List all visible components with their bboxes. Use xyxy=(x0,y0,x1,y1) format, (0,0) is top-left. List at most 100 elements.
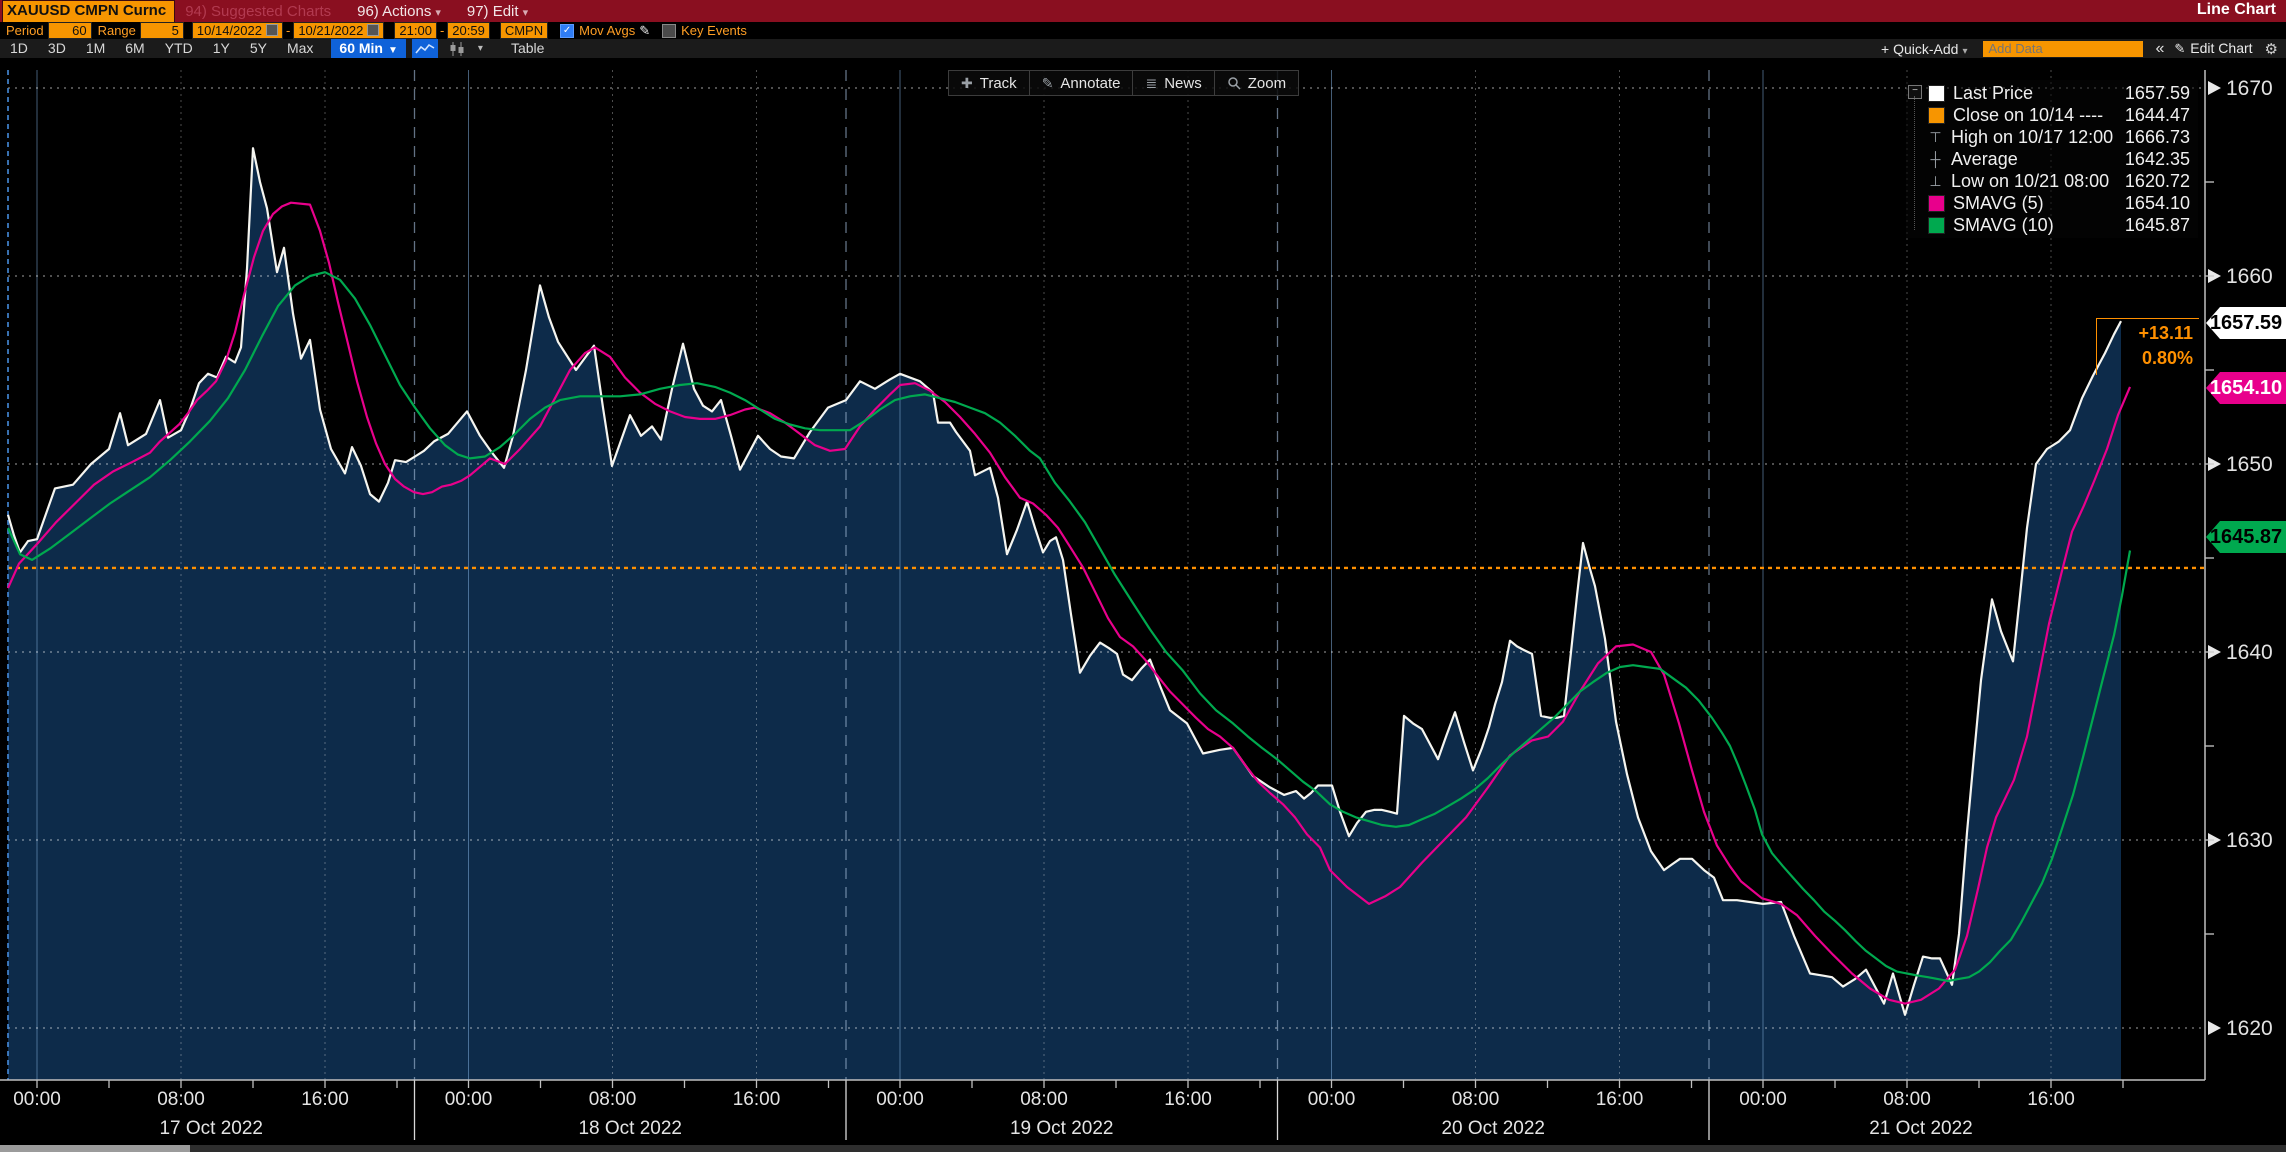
hour-axis-label: 16:00 xyxy=(1596,1089,1644,1110)
security-ticker[interactable]: XAUUSD CMPN Curnc xyxy=(2,0,175,23)
chart-toolbar-row: 1D3D1M6MYTD1Y5YMax 60 Min▼ ▾ Table + Qui… xyxy=(0,39,2286,58)
edit-chart-button[interactable]: ✎Edit Chart xyxy=(2174,40,2252,57)
hour-axis-label: 08:00 xyxy=(1883,1089,1931,1110)
horizontal-scrollbar[interactable] xyxy=(0,1145,2286,1152)
legend-row[interactable]: ⊤High on 10/17 12:001666.73 xyxy=(1906,126,2198,148)
hour-axis-label: 08:00 xyxy=(157,1089,205,1110)
news-button[interactable]: ≣News xyxy=(1133,71,1214,95)
price-badge: 1657.59 xyxy=(2206,307,2286,339)
legend-swatch-icon xyxy=(1928,85,1945,102)
legend-value: 1666.73 xyxy=(2125,127,2198,148)
legend-row[interactable]: ⊥Low on 10/21 08:001620.72 xyxy=(1906,170,2198,192)
legend-row[interactable]: Close on 10/14 ---- 1644.47 xyxy=(1906,104,2198,126)
candlestick-icon[interactable] xyxy=(444,39,470,58)
settings-bar: Period 60 Range 5 10/14/2022 - 10/21/202… xyxy=(0,22,2286,39)
bloomberg-terminal-window: 16701660165016401630162000:0008:0016:001… xyxy=(0,0,2286,1152)
legend-value: 1620.72 xyxy=(2125,171,2198,192)
legend-label: SMAVG (10) xyxy=(1953,215,2054,236)
range-button-3d[interactable]: 3D xyxy=(38,39,76,58)
range-button-5y[interactable]: 5Y xyxy=(240,39,277,58)
hour-axis-label: 08:00 xyxy=(1452,1089,1500,1110)
chart-overlay-toolbar: ✚Track ✎Annotate ≣News Zoom xyxy=(948,70,1299,96)
period-label: Period xyxy=(6,23,44,38)
calendar-icon[interactable] xyxy=(367,24,379,36)
pricing-source-button[interactable]: CMPN xyxy=(500,22,548,39)
legend-marker-icon: ┼ xyxy=(1928,151,1943,167)
interval-dropdown[interactable]: 60 Min▼ xyxy=(331,39,405,58)
net-change-value: +13.11 xyxy=(2097,321,2193,346)
hour-axis-label: 00:00 xyxy=(1739,1089,1787,1110)
gear-icon[interactable]: ⚙ xyxy=(2265,40,2278,58)
price-axis-label: 1660 xyxy=(2226,265,2273,288)
hour-axis-label: 00:00 xyxy=(445,1089,493,1110)
axis-arrow-icon xyxy=(2208,1021,2221,1035)
edit-menu[interactable]: 97) Edit▾ xyxy=(467,3,528,20)
chart-legend: − Last Price1657.59Close on 10/14 ----16… xyxy=(1906,80,2198,238)
price-axis-label: 1670 xyxy=(2226,77,2273,100)
range-button-ytd[interactable]: YTD xyxy=(155,39,203,58)
price-badge: 1645.87 xyxy=(2206,521,2286,553)
legend-label: Average xyxy=(1951,149,2018,170)
chart-style-dropdown[interactable]: ▾ xyxy=(478,43,483,54)
hour-axis-label: 00:00 xyxy=(13,1089,61,1110)
add-data-input[interactable] xyxy=(1983,41,2143,57)
period-input[interactable]: 60 xyxy=(48,22,92,39)
range-label: Range xyxy=(98,23,136,38)
legend-row[interactable]: ┼ Average 1642.35 xyxy=(1906,148,2198,170)
legend-row[interactable]: SMAVG (5) 1654.10 xyxy=(1906,192,2198,214)
track-crosshair-icon: ✚ xyxy=(961,75,973,92)
legend-label: Close on 10/14 ---- xyxy=(1953,105,2103,126)
chevron-down-icon: ▾ xyxy=(1962,46,1967,57)
toolbar-right-group: + Quick-Add▾ « ✎Edit Chart ⚙ xyxy=(1881,39,2278,58)
time-from-input[interactable]: 21:00 xyxy=(394,22,437,39)
legend-value: 1644.47 xyxy=(2125,105,2198,126)
range-button-1d[interactable]: 1D xyxy=(0,39,38,58)
range-button-6m[interactable]: 6M xyxy=(115,39,154,58)
scrollbar-thumb[interactable] xyxy=(0,1145,190,1152)
chevron-down-icon: ▾ xyxy=(523,7,529,19)
key-events-checkbox[interactable] xyxy=(662,24,676,38)
range-button-1y[interactable]: 1Y xyxy=(203,39,240,58)
actions-menu[interactable]: 96) Actions▾ xyxy=(357,3,441,20)
range-button-max[interactable]: Max xyxy=(277,39,323,58)
pencil-icon[interactable]: ✎ xyxy=(639,23,650,39)
legend-label: High on 10/17 12:00 xyxy=(1951,127,2113,148)
legend-value: 1642.35 xyxy=(2125,149,2198,170)
hour-axis-label: 16:00 xyxy=(1164,1089,1212,1110)
track-button[interactable]: ✚Track xyxy=(949,71,1030,95)
news-list-icon: ≣ xyxy=(1145,75,1157,92)
price-badge: 1654.10 xyxy=(2206,372,2286,404)
legend-value: 1657.59 xyxy=(2125,83,2198,104)
legend-value: 1654.10 xyxy=(2125,193,2198,214)
table-button[interactable]: Table xyxy=(501,39,554,58)
quick-add-button[interactable]: + Quick-Add▾ xyxy=(1881,41,1967,57)
chevron-down-icon: ▼ xyxy=(388,45,398,56)
annotate-pencil-icon: ✎ xyxy=(1042,75,1054,92)
time-to-input[interactable]: 20:59 xyxy=(447,22,490,39)
range-button-1m[interactable]: 1M xyxy=(76,39,115,58)
zoom-button[interactable]: Zoom xyxy=(1215,71,1298,95)
legend-row[interactable]: Last Price1657.59 xyxy=(1906,82,2198,104)
hour-axis-label: 16:00 xyxy=(2027,1089,2075,1110)
hour-axis-label: 08:00 xyxy=(589,1089,637,1110)
legend-label: SMAVG (5) xyxy=(1953,193,2044,214)
net-change-annotation: +13.11 0.80% xyxy=(2096,318,2199,375)
suggested-charts-menu[interactable]: 94) Suggested Charts xyxy=(185,3,331,20)
mov-avgs-label: Mov Avgs xyxy=(579,23,635,38)
legend-label: Low on 10/21 08:00 xyxy=(1951,171,2109,192)
date-from-input[interactable]: 10/14/2022 xyxy=(192,22,283,39)
date-axis-label: 19 Oct 2022 xyxy=(1010,1118,1114,1139)
date-to-input[interactable]: 10/21/2022 xyxy=(293,22,384,39)
collapse-panel-icon[interactable]: « xyxy=(2155,40,2164,58)
range-input[interactable]: 5 xyxy=(140,22,184,39)
legend-row[interactable]: SMAVG (10)1645.87 xyxy=(1906,214,2198,236)
hour-axis-label: 08:00 xyxy=(1020,1089,1068,1110)
net-change-percent: 0.80% xyxy=(2097,346,2193,371)
date-axis-label: 17 Oct 2022 xyxy=(159,1118,263,1139)
calendar-icon[interactable] xyxy=(266,24,278,36)
mov-avgs-checkbox[interactable]: ✓ xyxy=(560,24,574,38)
line-chart-icon[interactable] xyxy=(412,39,438,58)
date-axis-label: 18 Oct 2022 xyxy=(578,1118,682,1139)
annotate-button[interactable]: ✎Annotate xyxy=(1030,71,1134,95)
hour-axis-label: 16:00 xyxy=(301,1089,349,1110)
